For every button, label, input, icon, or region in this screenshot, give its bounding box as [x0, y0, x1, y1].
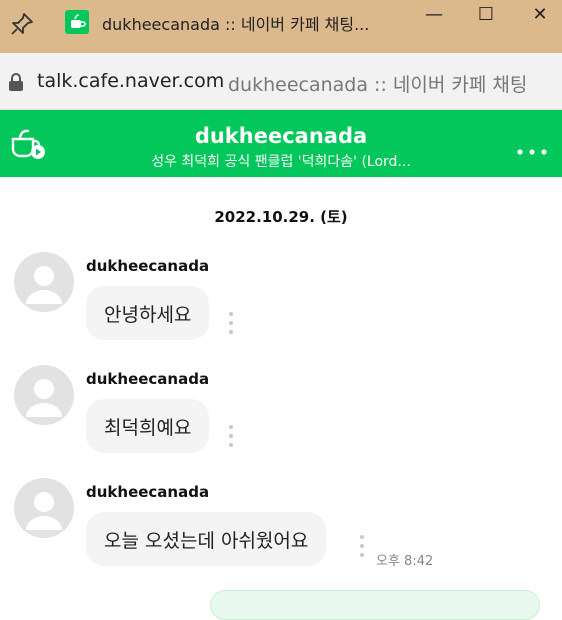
maximize-button[interactable]: ☐	[466, 0, 506, 28]
message-bubble[interactable]: 안녕하세요	[86, 286, 210, 340]
lock-icon[interactable]	[8, 73, 24, 91]
avatar[interactable]	[14, 365, 74, 425]
message-timestamp: 오후 8:42	[376, 554, 434, 569]
minimize-button[interactable]: —	[414, 0, 454, 28]
message-bubble[interactable]: 최덕희예요	[86, 399, 210, 453]
naver-cafe-app-icon	[65, 10, 89, 34]
window-title: dukheecanada :: 네이버 카페 채팅...	[102, 15, 370, 34]
message-sender: dukheecanada	[86, 483, 210, 501]
message-more-icon[interactable]	[228, 425, 234, 452]
window-titlebar: dukheecanada :: 네이버 카페 채팅... — ☐ ✕	[0, 0, 562, 53]
chat-header: dukheecanada 성우 최덕희 공식 팬클럽 '덕희다솜' (Lord.…	[0, 110, 562, 177]
avatar[interactable]	[14, 252, 74, 312]
chat-room-name: dukheecanada	[194, 124, 368, 148]
message-sender: dukheecanada	[86, 257, 210, 275]
message-more-icon[interactable]	[359, 535, 365, 562]
address-bar[interactable]: talk.cafe.naver.com dukheecanada :: 네이버 …	[0, 53, 562, 110]
close-button[interactable]: ✕	[520, 0, 560, 28]
url-text[interactable]: talk.cafe.naver.com	[37, 70, 224, 92]
message-sender: dukheecanada	[86, 370, 210, 388]
chat-room-subtitle: 성우 최덕희 공식 팬클럽 '덕희다솜' (Lord...	[151, 154, 411, 170]
default-avatar-icon	[26, 379, 62, 417]
default-avatar-icon	[26, 492, 62, 530]
pin-icon[interactable]	[8, 10, 36, 38]
message-more-icon[interactable]	[228, 312, 234, 339]
page-title-text: dukheecanada :: 네이버 카페 채팅	[228, 74, 528, 96]
more-options-icon[interactable]	[516, 141, 548, 160]
chat-date-divider: 2022.10.29. (토)	[214, 208, 348, 226]
avatar[interactable]	[14, 478, 74, 538]
default-avatar-icon	[26, 266, 62, 304]
message-bubble[interactable]: 오늘 오셨는데 아쉬웠어요	[86, 512, 327, 566]
